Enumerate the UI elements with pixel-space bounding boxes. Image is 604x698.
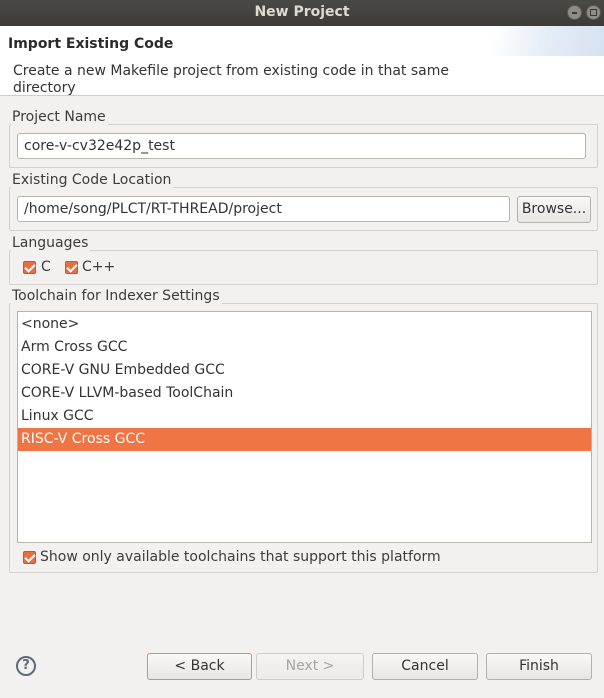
window-title: New Project <box>254 4 350 20</box>
browse-button[interactable]: Browse... <box>517 196 591 223</box>
back-button[interactable]: < Back <box>147 653 252 680</box>
code-location-input[interactable]: /home/song/PLCT/RT-THREAD/project <box>17 196 510 222</box>
header-banner-decoration <box>464 26 604 56</box>
maximize-icon[interactable] <box>586 5 601 20</box>
title-bar: New Project <box>0 0 604 26</box>
cancel-button[interactable]: Cancel <box>372 653 478 680</box>
show-available-toolchains-checkbox[interactable] <box>23 551 36 564</box>
language-c-label[interactable]: C <box>41 259 51 275</box>
toolchain-list-item-selected[interactable]: RISC-V Cross GCC <box>18 428 591 451</box>
toolchain-list-item[interactable]: Linux GCC <box>18 405 591 428</box>
language-cpp-label[interactable]: C++ <box>82 259 115 275</box>
languages-label: Languages <box>11 235 91 251</box>
language-cpp-checkbox[interactable] <box>65 261 78 274</box>
project-name-input[interactable]: core-v-cv32e42p_test <box>17 133 586 159</box>
toolchain-list-item[interactable]: CORE-V GNU Embedded GCC <box>18 359 591 382</box>
toolchain-list-item[interactable]: <none> <box>18 313 591 336</box>
show-available-toolchains-label[interactable]: Show only available toolchains that supp… <box>40 549 441 565</box>
page-title: Import Existing Code <box>8 36 174 52</box>
toolchain-list[interactable]: <none> Arm Cross GCC CORE-V GNU Embedded… <box>17 311 592 543</box>
toolchain-list-item[interactable]: Arm Cross GCC <box>18 336 591 359</box>
language-c-checkbox[interactable] <box>23 261 36 274</box>
help-icon[interactable]: ? <box>16 656 36 676</box>
project-name-label: Project Name <box>11 109 108 125</box>
toolchain-list-item[interactable]: CORE-V LLVM-based ToolChain <box>18 382 591 405</box>
finish-button[interactable]: Finish <box>486 653 592 680</box>
toolchain-label: Toolchain for Indexer Settings <box>11 288 222 304</box>
minimize-icon[interactable] <box>567 5 582 20</box>
page-description: Create a new Makefile project from exist… <box>13 63 449 96</box>
code-location-label: Existing Code Location <box>11 172 174 188</box>
next-button[interactable]: Next > <box>256 653 364 680</box>
wizard-header: Import Existing Code Create a new Makefi… <box>0 26 604 96</box>
